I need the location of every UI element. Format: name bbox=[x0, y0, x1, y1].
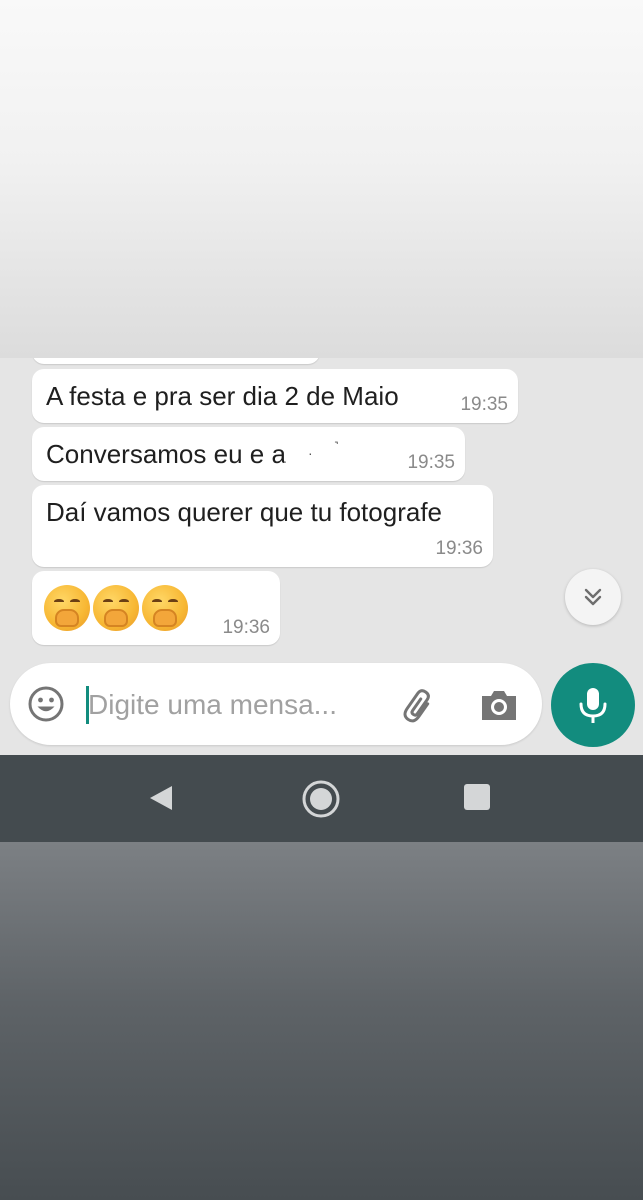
shushing-face-emoji bbox=[44, 585, 90, 631]
message-input[interactable]: Digite uma mensa... bbox=[88, 689, 337, 721]
message-bubble[interactable]: Daí vamos querer que tu fotografe 19:36 bbox=[32, 485, 493, 567]
chat-area[interactable]: A festa e pra ser dia 2 de Maio 19:35 Co… bbox=[0, 358, 643, 755]
system-navigation-bar bbox=[0, 755, 643, 842]
message-bubble[interactable]: 19:36 bbox=[32, 571, 280, 645]
message-text: Conversamos eu e a bbox=[46, 439, 286, 469]
message-bubble[interactable]: Conversamos eu e a · ˺ 19:35 bbox=[32, 427, 465, 481]
message-text: A festa e pra ser dia 2 de Maio bbox=[46, 381, 399, 411]
triangle-back-icon[interactable] bbox=[146, 783, 176, 813]
smiley-icon[interactable] bbox=[27, 685, 65, 723]
message-composer[interactable]: Digite uma mensa... bbox=[10, 663, 542, 745]
message-time: 19:35 bbox=[407, 452, 455, 473]
blank-top-area bbox=[0, 0, 643, 358]
scroll-to-bottom-button[interactable] bbox=[565, 569, 621, 625]
message-bubble[interactable]: A festa e pra ser dia 2 de Maio 19:35 bbox=[32, 369, 518, 423]
camera-icon[interactable] bbox=[478, 685, 520, 725]
message-time: 19:35 bbox=[460, 394, 508, 415]
shushing-face-emoji bbox=[93, 585, 139, 631]
voice-record-button[interactable] bbox=[551, 663, 635, 747]
message-time: 19:36 bbox=[222, 617, 270, 638]
blur-mark: ˺ bbox=[334, 439, 339, 455]
blank-bottom-area bbox=[0, 842, 643, 1200]
square-recent-icon[interactable] bbox=[464, 784, 490, 810]
double-chevron-down-icon bbox=[584, 588, 602, 606]
blur-mark: · bbox=[308, 445, 313, 461]
blurred-redaction: · ˺ bbox=[284, 439, 384, 469]
shushing-face-emoji bbox=[142, 585, 188, 631]
circle-home-icon[interactable] bbox=[301, 779, 341, 819]
message-text: Daí vamos querer que tu fotografe bbox=[46, 497, 443, 527]
message-time: 19:36 bbox=[435, 538, 483, 559]
previous-message-bubble[interactable] bbox=[32, 358, 320, 364]
emoji-group bbox=[44, 585, 188, 631]
microphone-icon bbox=[579, 688, 607, 723]
paperclip-icon[interactable] bbox=[398, 683, 444, 729]
